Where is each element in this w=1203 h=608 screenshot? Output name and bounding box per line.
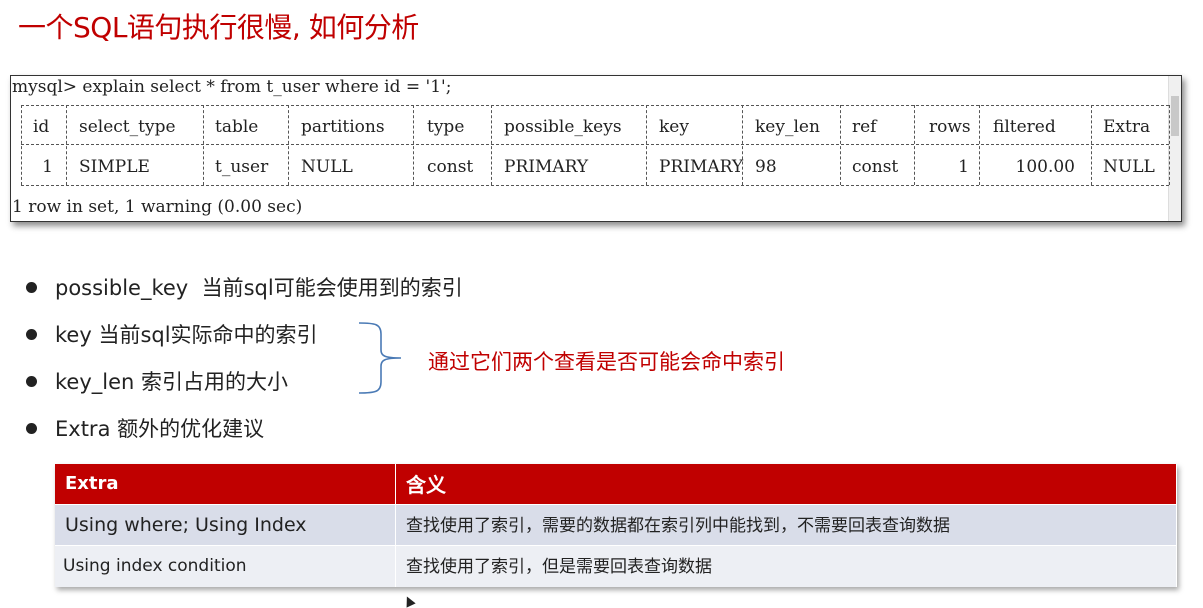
bullet-dot (26, 282, 37, 293)
header-select-type: select_type (79, 117, 176, 137)
header-filtered: filtered (993, 117, 1056, 137)
cell-type: const (427, 157, 474, 177)
header-key-len: key_len (755, 117, 820, 137)
table-border-bottom (21, 185, 1169, 186)
header-id: id (33, 117, 50, 137)
header-meaning: 含义 (395, 464, 1177, 504)
cell-filtered: 100.00 (1015, 157, 1075, 177)
bullet-dot (26, 376, 37, 387)
col-divider (203, 105, 204, 185)
extra-meaning: 查找使用了索引，需要的数据都在索引列中能找到，不需要回表查询数据 (395, 503, 1177, 545)
cell-select-type: SIMPLE (79, 157, 150, 177)
col-divider (491, 105, 492, 185)
bullet-term: Extra (55, 417, 111, 441)
sql-command: mysql> explain select * from t_user wher… (12, 77, 452, 97)
cell-extra: NULL (1103, 157, 1155, 177)
header-rows: rows (929, 117, 971, 137)
col-divider (979, 105, 980, 185)
col-divider (1169, 105, 1170, 185)
cell-table: t_user (215, 157, 269, 177)
bullet-dot (26, 329, 37, 340)
scrollbar-thumb[interactable] (1171, 96, 1179, 136)
extra-meaning-table: Extra 含义 Using where; Using Index 查找使用了索… (55, 464, 1177, 587)
header-extra: Extra (1103, 117, 1151, 137)
table-border-mid (21, 144, 1169, 145)
table-row: Using index condition 查找使用了索引，但是需要回表查询数据 (55, 544, 1177, 587)
curly-brace-icon (358, 322, 402, 394)
col-divider (840, 105, 841, 185)
header-table: table (215, 117, 259, 137)
mysql-terminal-output: mysql> explain select * from t_user wher… (10, 75, 1182, 222)
bullet-desc: 额外的优化建议 (117, 417, 265, 441)
table-header-row: Extra 含义 (55, 464, 1177, 504)
bullet-desc: 当前sql可能会使用到的索引 (201, 276, 463, 300)
bullet-dot (26, 423, 37, 434)
bullet-term: possible_key (55, 276, 189, 300)
cell-partitions: NULL (301, 157, 353, 177)
table-border-top (21, 105, 1169, 106)
header-type: type (427, 117, 465, 137)
result-summary: 1 row in set, 1 warning (0.00 sec) (12, 197, 303, 217)
bullet-term: key_len (55, 370, 135, 394)
header-key: key (659, 117, 689, 137)
col-divider (288, 105, 289, 185)
header-partitions: partitions (301, 117, 385, 137)
col-divider (1091, 105, 1092, 185)
extra-meaning: 查找使用了索引，但是需要回表查询数据 (395, 544, 1177, 587)
cell-key: PRIMARY (659, 157, 744, 177)
cell-rows: 1 (958, 157, 969, 177)
header-possible-keys: possible_keys (504, 117, 622, 137)
extra-value: Using where; Using Index (55, 503, 396, 545)
cell-id: 1 (42, 157, 53, 177)
extra-value: Using index condition (55, 544, 396, 587)
header-extra: Extra (55, 464, 396, 504)
bullet-desc: 索引占用的大小 (141, 370, 289, 394)
col-divider (21, 105, 22, 185)
annotation-note: 通过它们两个查看是否可能会命中索引 (428, 350, 785, 374)
col-divider (413, 105, 414, 185)
col-divider (66, 105, 67, 185)
bullet-term: key (55, 323, 92, 347)
cell-key-len: 98 (755, 157, 777, 177)
bullet-desc: 当前sql实际命中的索引 (98, 323, 318, 347)
page-title: 一个SQL语句执行很慢, 如何分析 (18, 11, 419, 44)
col-divider (646, 105, 647, 185)
cell-possible-keys: PRIMARY (504, 157, 589, 177)
table-row: Using where; Using Index 查找使用了索引，需要的数据都在… (55, 503, 1177, 545)
col-divider (914, 105, 915, 185)
header-ref: ref (852, 117, 877, 137)
cell-ref: const (852, 157, 899, 177)
